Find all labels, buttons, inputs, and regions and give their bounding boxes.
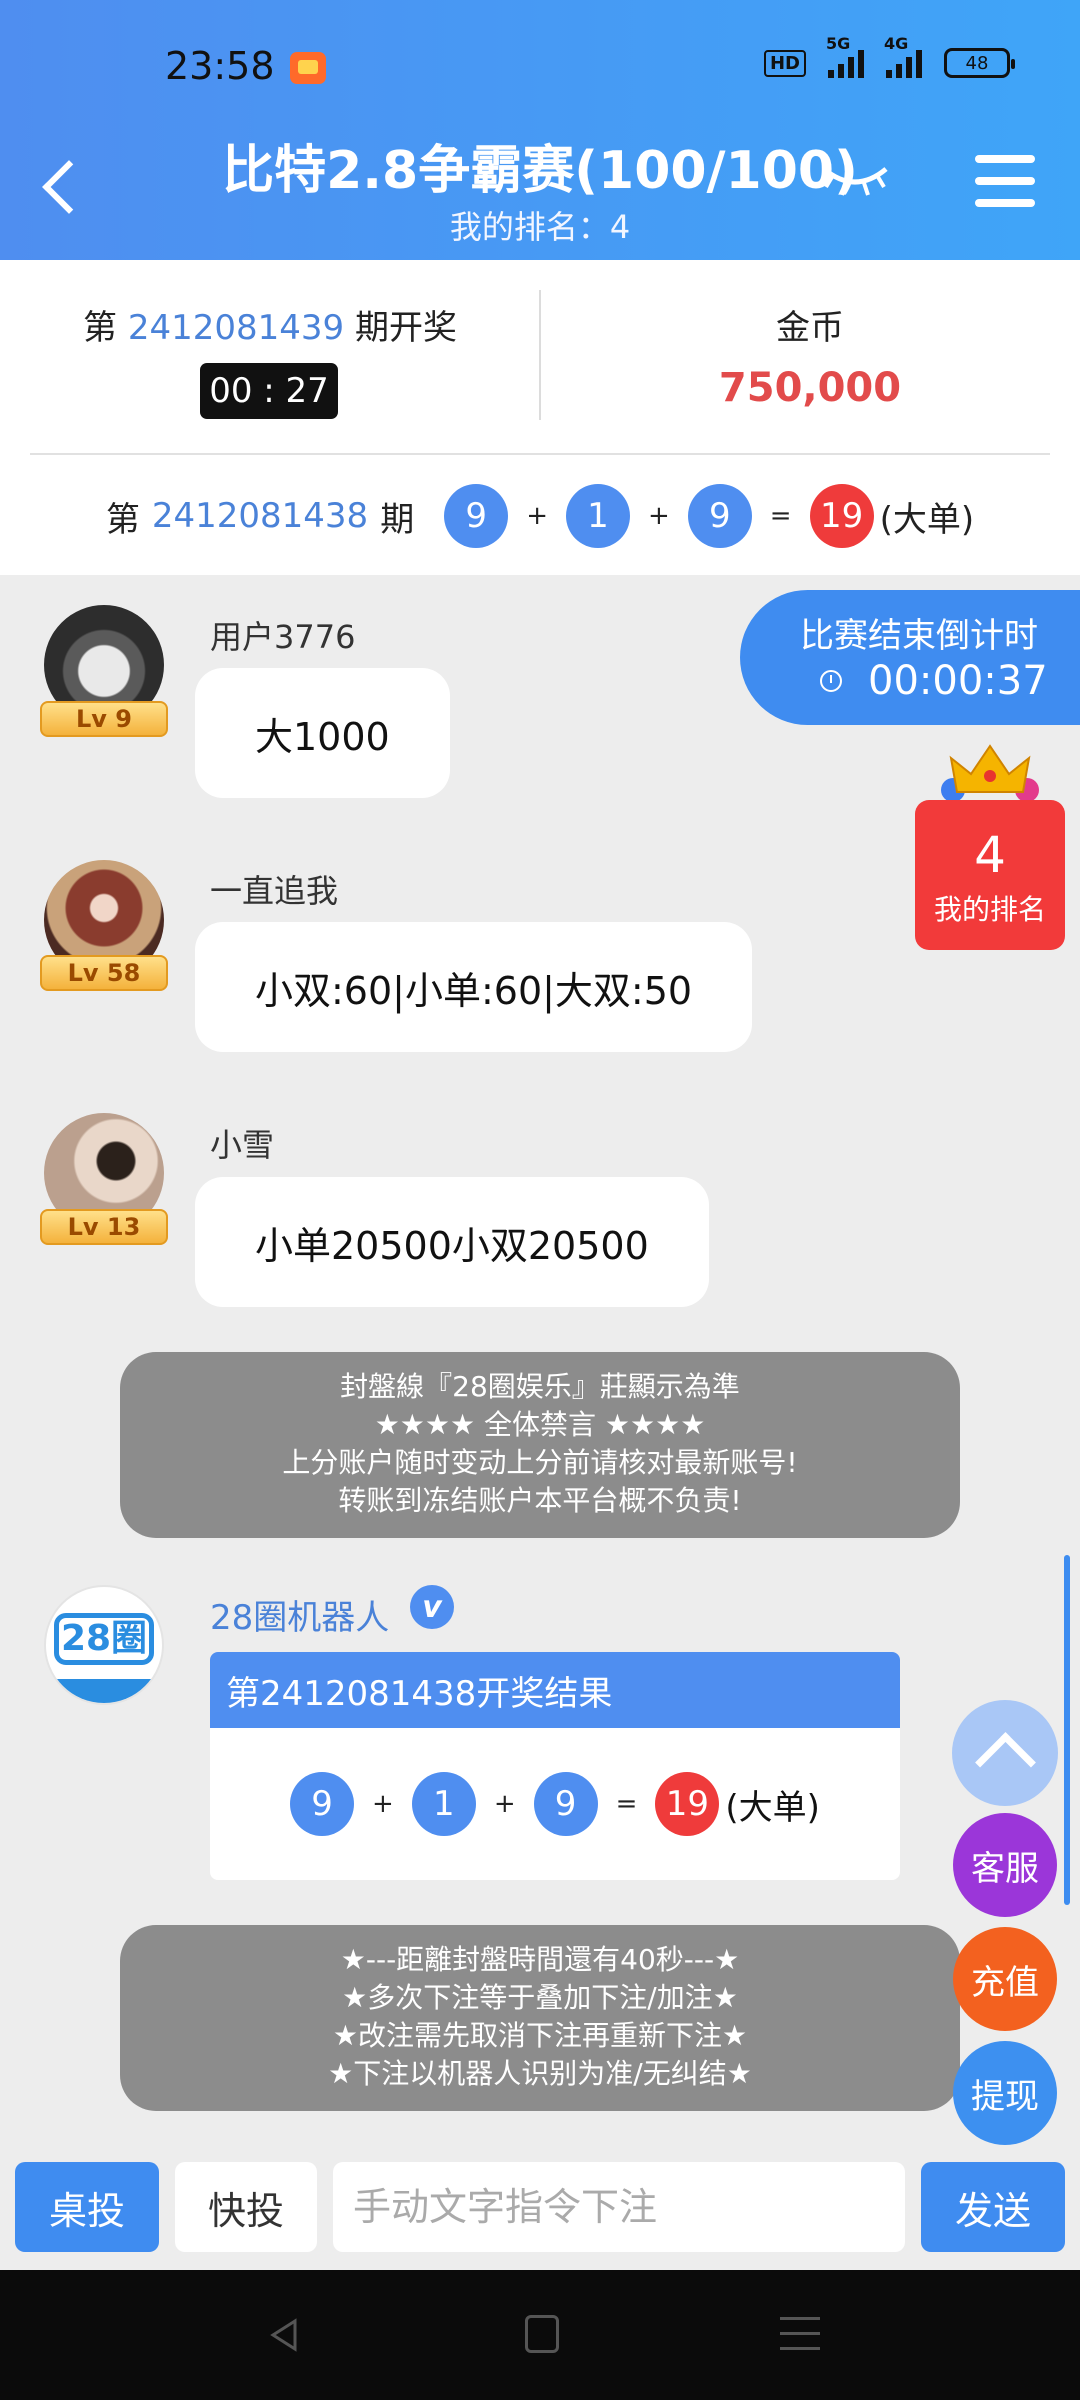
- result-ball: 1: [411, 1772, 476, 1836]
- app-header: 23:58 HD 5G 4G 48 比特2.8争霸赛(100/100) 我的排名…: [0, 0, 1080, 260]
- system-navbar: [0, 2270, 1080, 2400]
- username: 用户3776: [210, 618, 356, 656]
- clock-icon: [820, 670, 842, 692]
- my-rank-value: 4: [974, 826, 1006, 884]
- chat-bubble: 小双:60|小单:60|大双:50: [195, 922, 753, 1052]
- robot-username: 28圈机器人: [210, 1598, 390, 1638]
- recharge-button[interactable]: 充值: [953, 1927, 1057, 2031]
- withdraw-button[interactable]: 提现: [953, 2041, 1057, 2145]
- result-card-body: 9 + 1 + 9 = 19 (大单): [210, 1728, 900, 1880]
- gold-value: 750,000: [718, 365, 902, 411]
- result-type: (大单): [879, 499, 975, 540]
- result-ball: 9: [290, 1772, 355, 1836]
- match-countdown-value: 00:00:37: [868, 658, 1048, 704]
- table-bet-button[interactable]: 桌投: [15, 2162, 159, 2252]
- system-notice: ★---距離封盤時間還有40秒---★ ★多次下注等于叠加下注/加注★ ★改注需…: [120, 1925, 960, 2111]
- last-draw-result: 第 2412081438 期 9 + 1 + 9 = 19 (大单): [0, 480, 1080, 552]
- signal-5g-icon: 5G: [826, 34, 864, 78]
- status-time: 23:58: [165, 44, 275, 88]
- eye-icon[interactable]: [820, 155, 890, 200]
- draw-countdown: 00 : 27: [200, 363, 338, 419]
- battery-icon: 48: [944, 48, 1015, 78]
- result-ball: 1: [566, 484, 630, 548]
- bet-command-input[interactable]: [333, 2162, 905, 2252]
- robot-avatar[interactable]: 28圈: [44, 1585, 164, 1705]
- username: 一直追我: [210, 872, 339, 910]
- crown-icon: [941, 744, 1039, 802]
- draw-result-card: 第2412081438开奖结果 9 + 1 + 9 = 19 (大单): [210, 1652, 900, 1880]
- my-rank-card[interactable]: 4 我的排名: [915, 800, 1065, 950]
- game-app-icon: [290, 52, 326, 84]
- input-bar: 桌投 快投 发送: [0, 2145, 1080, 2270]
- match-countdown-label: 比赛结束倒计时: [800, 616, 1038, 656]
- nav-home-icon[interactable]: [525, 2315, 559, 2353]
- result-ball: 9: [444, 484, 509, 548]
- result-ball: 9: [533, 1772, 598, 1836]
- nav-back-icon[interactable]: [265, 2315, 305, 2355]
- result-sum-ball: 19: [655, 1772, 720, 1836]
- system-notice: 封盤線『28圈娱乐』莊顯示為準 ★★★★ 全体禁言 ★★★★ 上分账户随时变动上…: [120, 1352, 960, 1538]
- draw-info-panel: 第 2412081439 期开奖 00 : 27 金币 750,000 第 24…: [0, 260, 1080, 575]
- hd-icon: HD: [763, 49, 806, 77]
- divider: [30, 453, 1050, 455]
- level-badge: Lv 13: [40, 1209, 168, 1245]
- signal-4g-icon: 4G: [884, 34, 922, 78]
- result-card-title: 第2412081438开奖结果: [210, 1652, 900, 1728]
- chat-bubble: 小单20500小双20500: [195, 1177, 709, 1307]
- match-countdown: 比赛结束倒计时 00:00:37: [740, 590, 1080, 725]
- level-badge: Lv 58: [40, 955, 168, 991]
- nav-recents-icon[interactable]: [780, 2317, 820, 2353]
- menu-icon[interactable]: [975, 155, 1035, 211]
- my-rank-subtitle: 我的排名：4: [449, 208, 631, 246]
- customer-service-button[interactable]: 客服: [953, 1813, 1057, 1917]
- my-rank-label: 我的排名: [933, 893, 1046, 926]
- gold-label: 金币: [776, 308, 844, 348]
- screen: 23:58 HD 5G 4G 48 比特2.8争霸赛(100/100) 我的排名…: [0, 0, 1080, 2400]
- status-indicators: HD 5G 4G 48: [763, 34, 1015, 78]
- current-period: 第 2412081439 期开奖: [83, 308, 457, 348]
- result-ball: 9: [687, 484, 752, 548]
- level-badge: Lv 9: [40, 701, 168, 737]
- send-button[interactable]: 发送: [921, 2162, 1065, 2252]
- quick-bet-button[interactable]: 快投: [175, 2162, 317, 2252]
- username: 小雪: [210, 1126, 275, 1164]
- scrollbar[interactable]: [1064, 1555, 1070, 1905]
- page-title: 比特2.8争霸赛(100/100): [222, 141, 858, 201]
- scroll-top-button[interactable]: [952, 1700, 1058, 1806]
- result-sum-ball: 19: [809, 484, 874, 548]
- result-type: (大单): [725, 1787, 820, 1828]
- verified-icon: v: [410, 1585, 454, 1629]
- chat-bubble: 大1000: [195, 668, 450, 798]
